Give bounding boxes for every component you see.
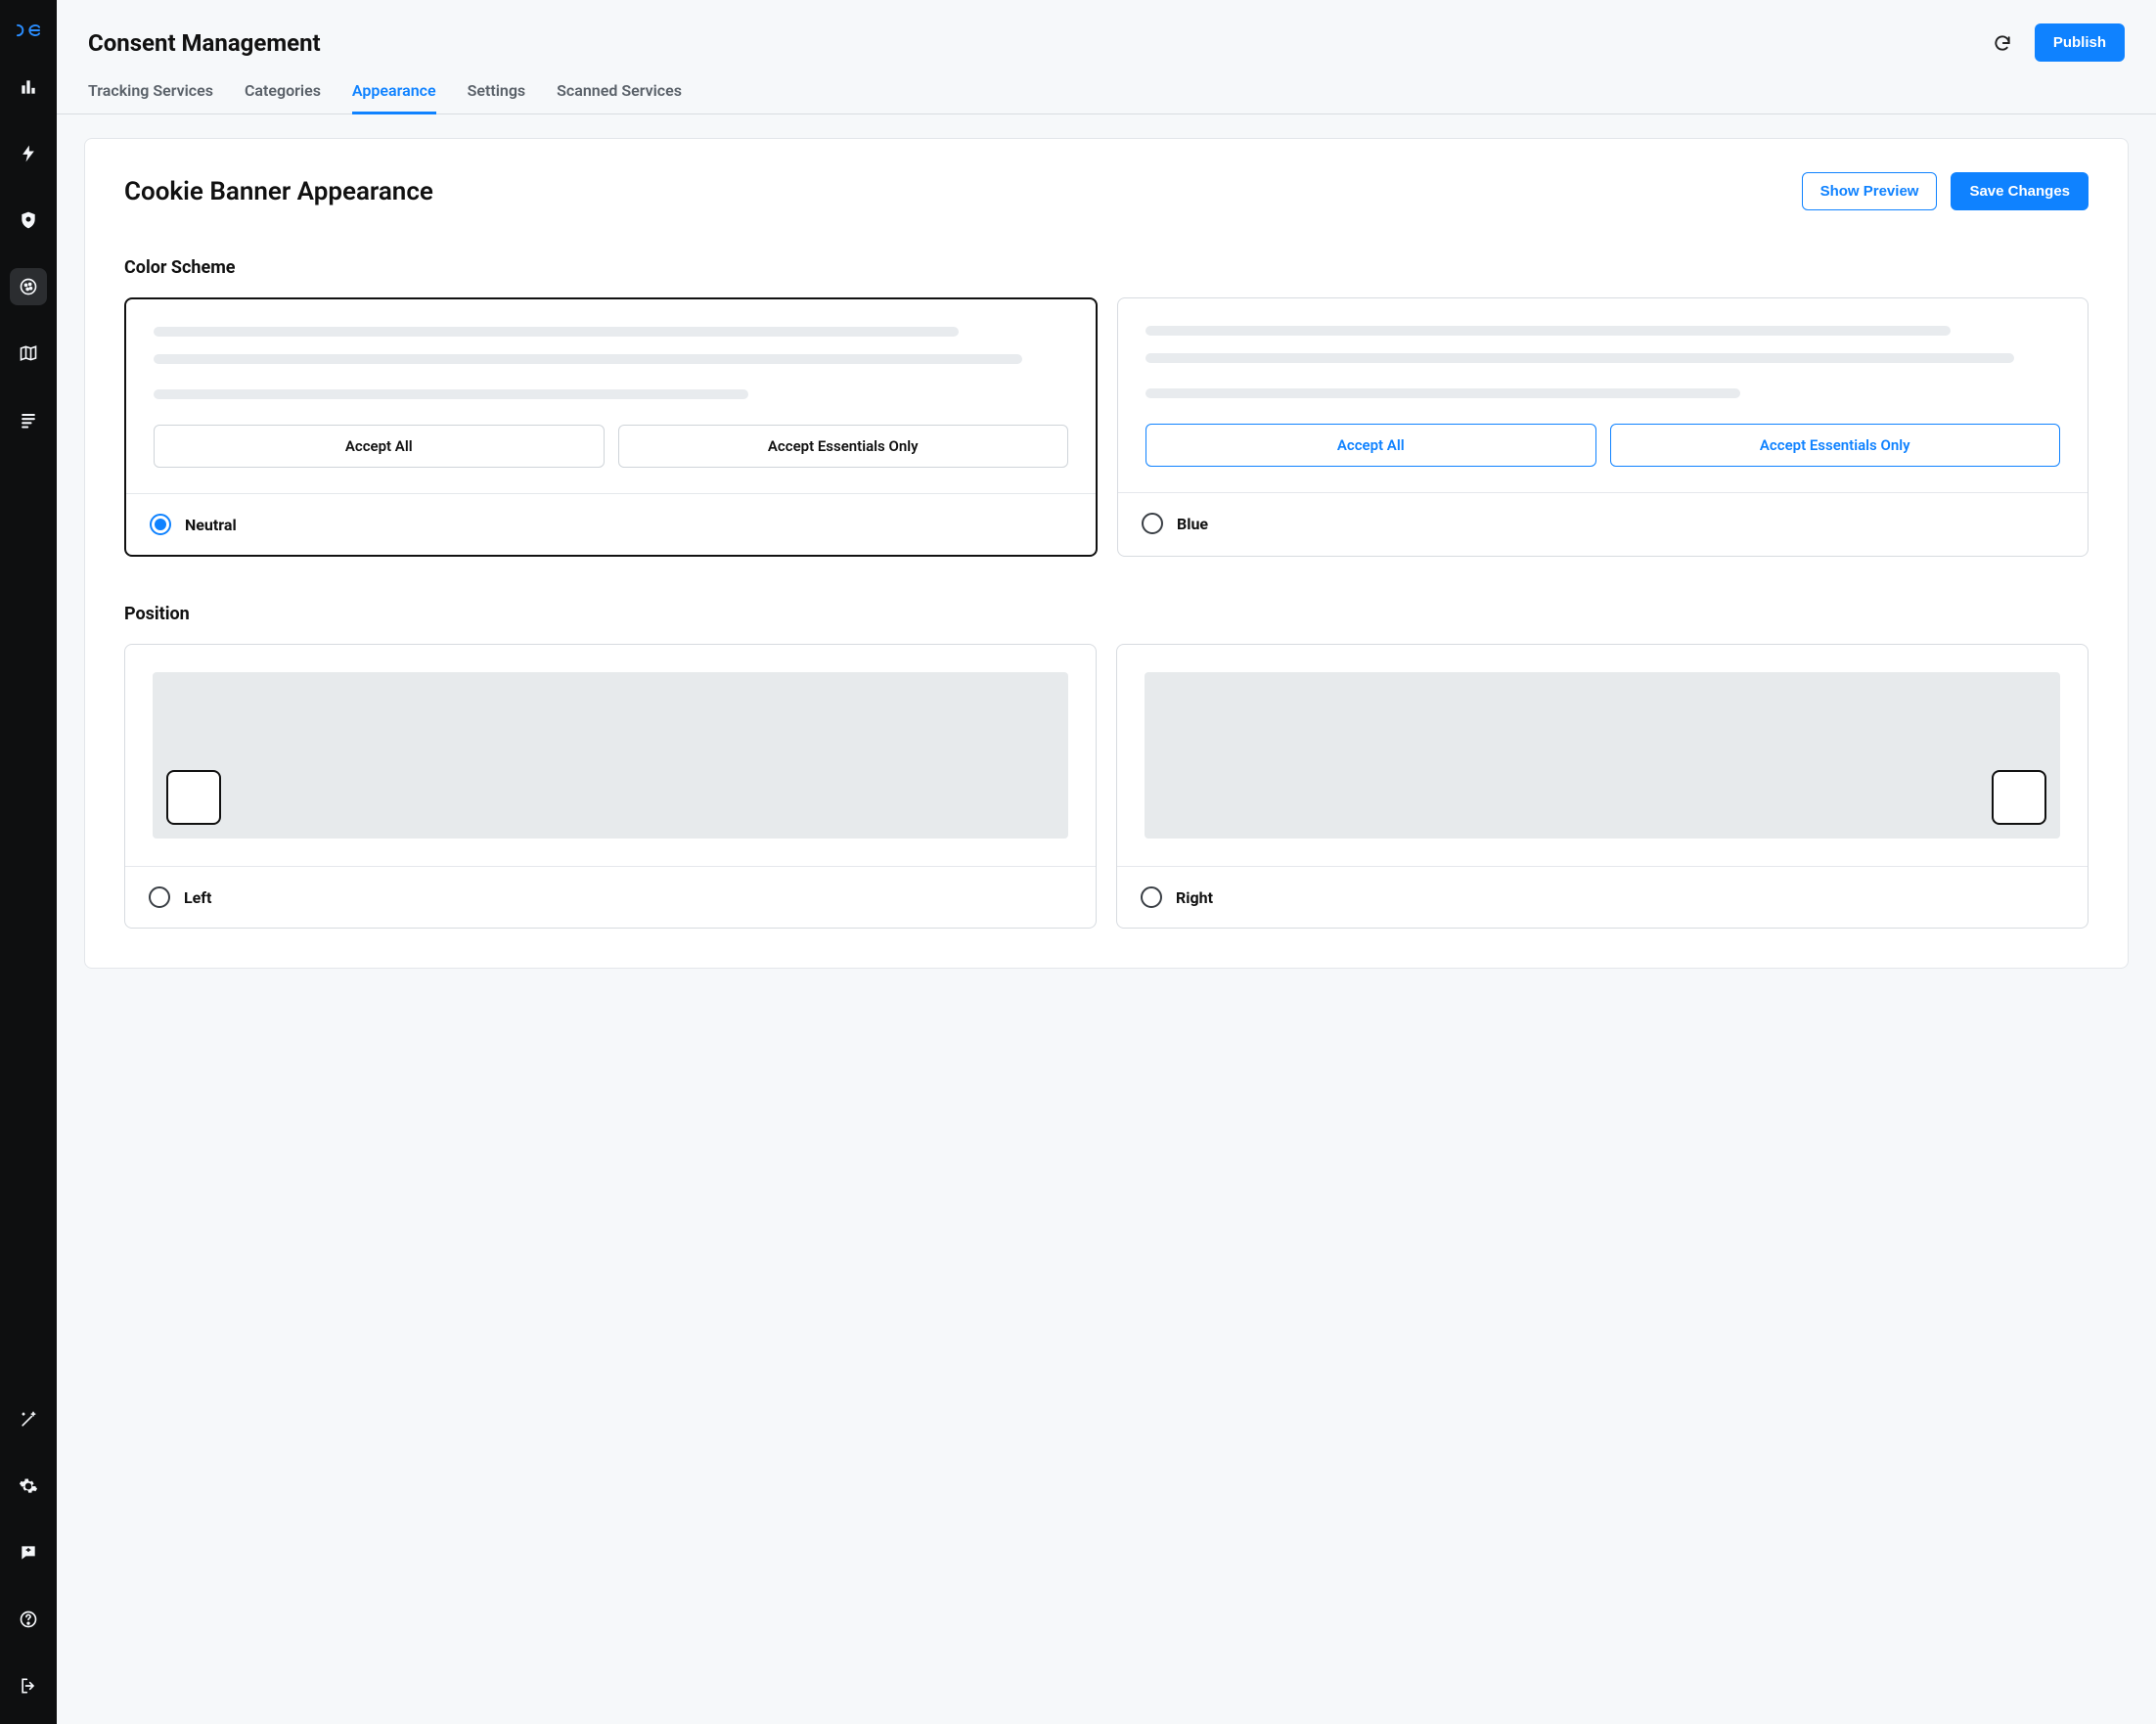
card-title: Cookie Banner Appearance — [124, 177, 433, 206]
option-label: Neutral — [185, 516, 237, 534]
save-changes-button[interactable]: Save Changes — [1951, 172, 2089, 210]
preview-position-left — [153, 672, 1068, 839]
bolt-icon[interactable] — [10, 135, 47, 172]
preview-box — [166, 770, 221, 825]
dg-logo[interactable] — [16, 22, 41, 43]
analytics-icon[interactable] — [10, 68, 47, 106]
position-left[interactable]: Left — [124, 644, 1097, 929]
tab-appearance[interactable]: Appearance — [352, 81, 436, 113]
preview-accept-all: Accept All — [1145, 424, 1596, 467]
section-color-scheme-title: Color Scheme — [124, 257, 2089, 278]
color-scheme-neutral[interactable]: Accept All Accept Essentials Only Neutra… — [124, 297, 1098, 557]
feedback-icon[interactable] — [10, 1534, 47, 1571]
tab-scanned-services[interactable]: Scanned Services — [557, 81, 682, 113]
list-icon[interactable] — [10, 401, 47, 438]
logout-icon[interactable] — [10, 1667, 47, 1704]
preview-accept-all: Accept All — [154, 425, 605, 468]
security-icon[interactable] — [10, 202, 47, 239]
refresh-button[interactable] — [1990, 30, 2015, 56]
main-area: Consent Management Publish Tracking Serv… — [57, 0, 2156, 1724]
preview-accept-essentials: Accept Essentials Only — [618, 425, 1069, 468]
tab-tracking-services[interactable]: Tracking Services — [88, 81, 213, 113]
position-right[interactable]: Right — [1116, 644, 2089, 929]
preview-position-right — [1145, 672, 2060, 839]
radio-neutral[interactable] — [150, 514, 171, 535]
map-icon[interactable] — [10, 335, 47, 372]
appearance-card: Cookie Banner Appearance Show Preview Sa… — [84, 138, 2129, 969]
cookie-icon[interactable] — [10, 268, 47, 305]
preview-box — [1992, 770, 2046, 825]
magic-icon[interactable] — [10, 1401, 47, 1438]
preview-blue: Accept All Accept Essentials Only — [1118, 298, 2088, 493]
show-preview-button[interactable]: Show Preview — [1802, 172, 1938, 210]
page-title: Consent Management — [88, 29, 321, 57]
skeleton-line — [154, 389, 748, 399]
skeleton-line — [1145, 388, 1740, 398]
radio-left[interactable] — [149, 886, 170, 908]
skeleton-line — [154, 354, 1022, 364]
option-label: Blue — [1177, 515, 1208, 533]
preview-accept-essentials: Accept Essentials Only — [1610, 424, 2061, 467]
color-scheme-blue[interactable]: Accept All Accept Essentials Only Blue — [1117, 297, 2089, 557]
position-options: Left Right — [124, 644, 2089, 929]
color-scheme-options: Accept All Accept Essentials Only Neutra… — [124, 297, 2089, 557]
tabs: Tracking Services Categories Appearance … — [57, 62, 2156, 114]
page-header: Consent Management Publish — [57, 0, 2156, 62]
tab-categories[interactable]: Categories — [245, 81, 321, 113]
radio-blue[interactable] — [1142, 513, 1163, 534]
settings-icon[interactable] — [10, 1468, 47, 1505]
sidebar — [0, 0, 57, 1724]
section-position-title: Position — [124, 604, 2089, 624]
skeleton-line — [1145, 353, 2014, 363]
preview-neutral: Accept All Accept Essentials Only — [126, 299, 1096, 494]
option-label: Left — [184, 888, 211, 907]
option-label: Right — [1176, 888, 1213, 907]
skeleton-line — [1145, 326, 1951, 336]
skeleton-line — [154, 327, 959, 337]
publish-button[interactable]: Publish — [2035, 23, 2125, 62]
help-icon[interactable] — [10, 1601, 47, 1638]
radio-right[interactable] — [1141, 886, 1162, 908]
tab-settings[interactable]: Settings — [468, 81, 526, 113]
